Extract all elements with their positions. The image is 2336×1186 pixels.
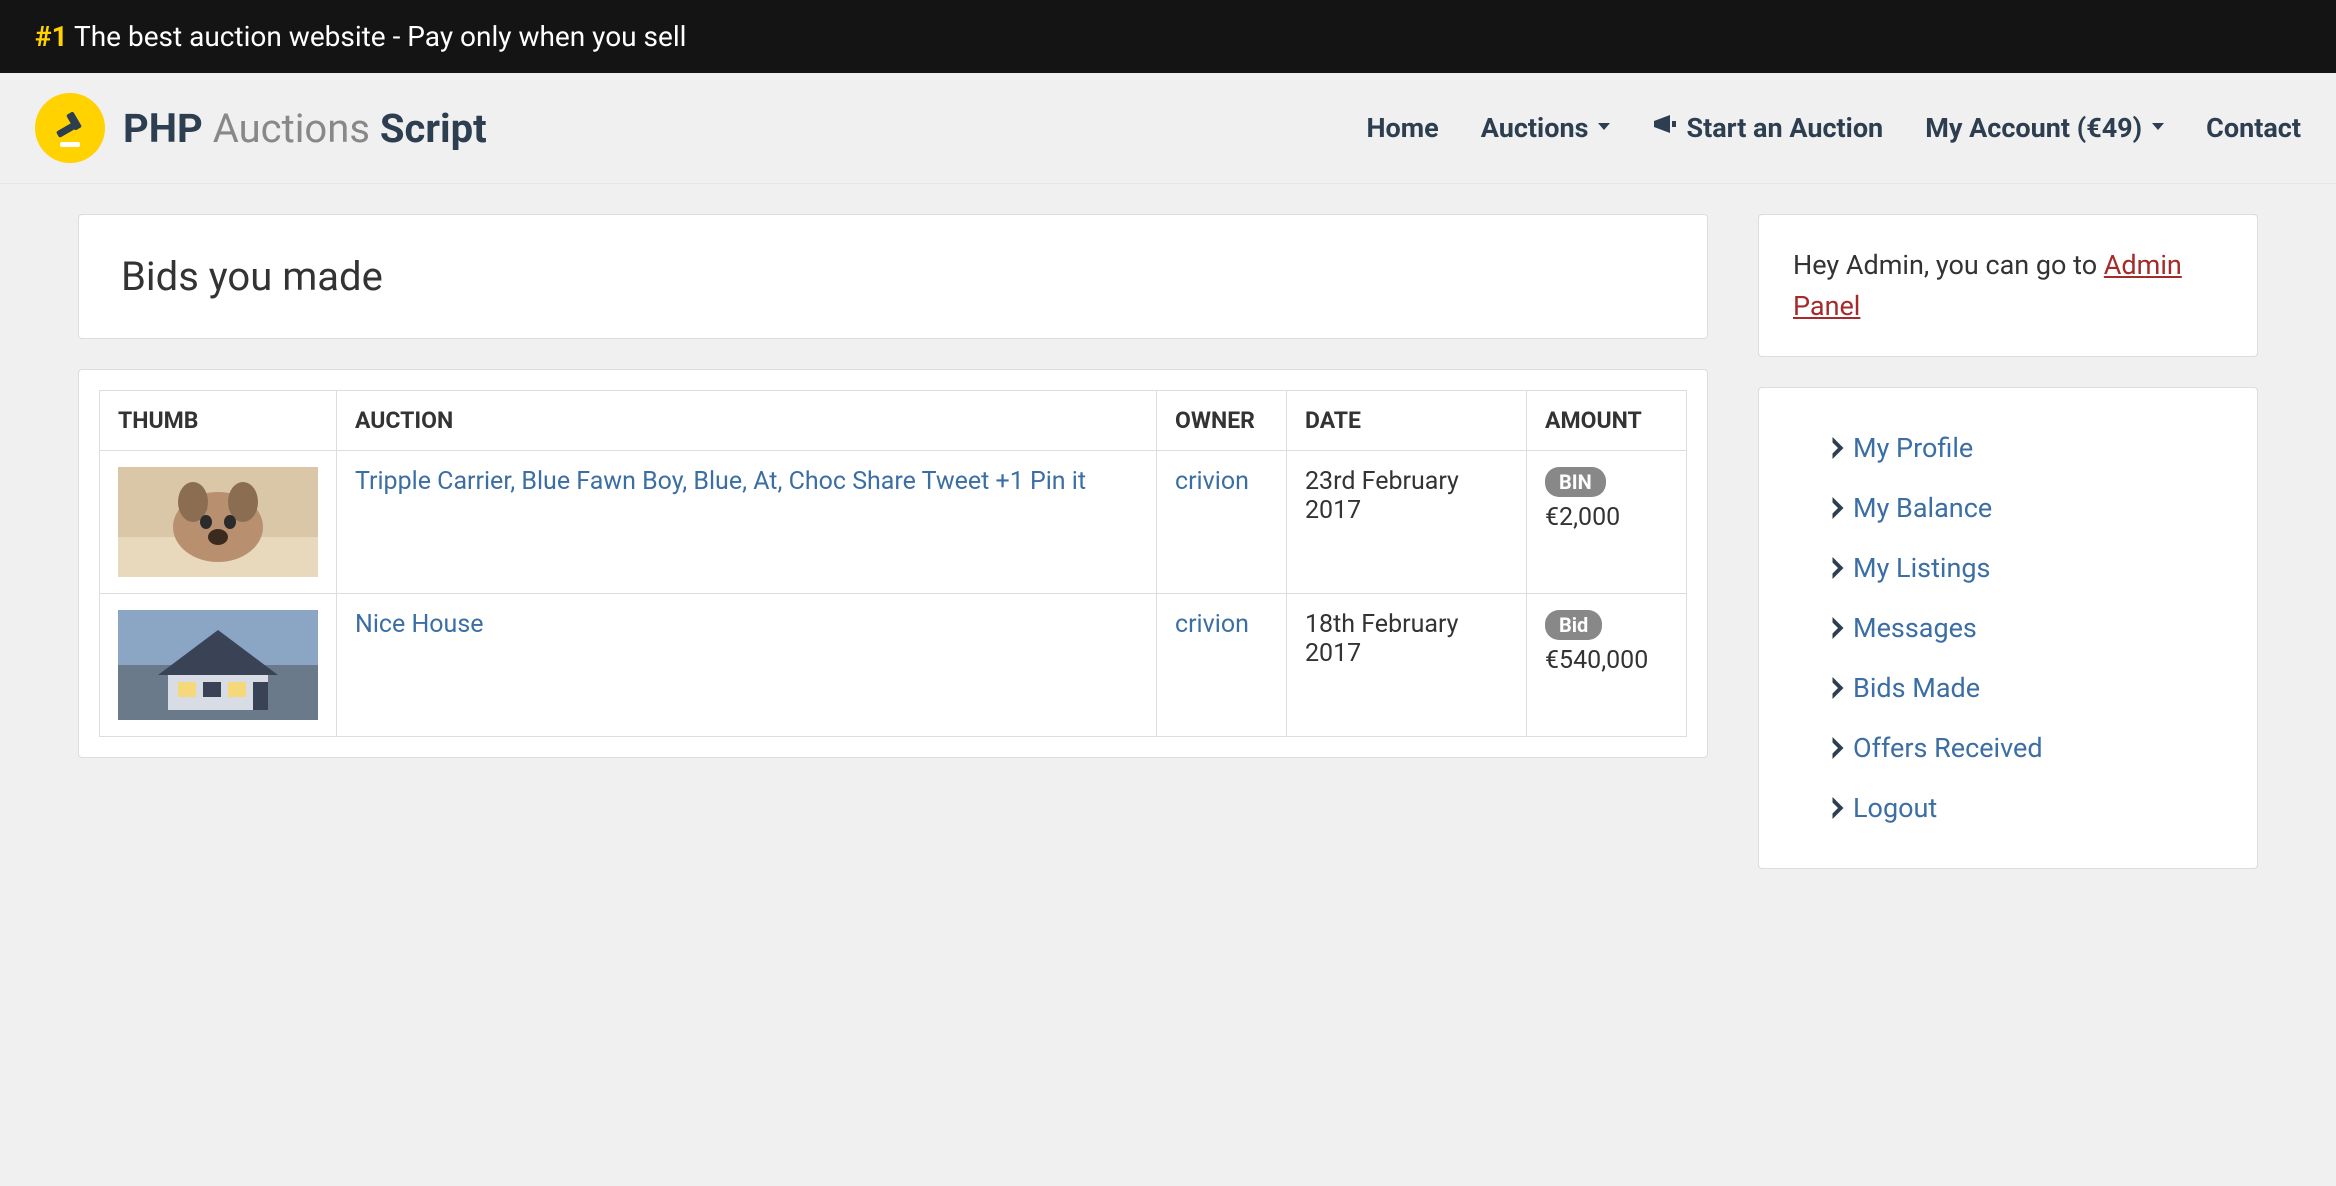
page-title-panel: Bids you made (78, 214, 1708, 339)
date-cell: 18th February 2017 (1287, 594, 1527, 737)
menu-item-listings: My Listings (1793, 538, 2223, 598)
admin-notice-panel: Hey Admin, you can go to Admin Panel (1758, 214, 2258, 357)
nav-contact[interactable]: Contact (2206, 112, 2301, 144)
chevron-right-icon (1831, 797, 1845, 819)
table-row: Tripple Carrier, Blue Fawn Boy, Blue, At… (100, 451, 1687, 594)
brand-text: PHP Auctions Script (123, 105, 487, 152)
chevron-right-icon (1831, 677, 1845, 699)
bid-type-badge: BIN (1545, 467, 1606, 497)
chevron-right-icon (1831, 737, 1845, 759)
th-auction: Auction (337, 391, 1157, 451)
amount-value: €2,000 (1545, 503, 1620, 532)
account-menu-panel: My Profile My Balance My Listings Messag… (1758, 387, 2258, 869)
auction-link[interactable]: Tripple Carrier, Blue Fawn Boy, Blue, At… (355, 467, 1086, 496)
menu-item-messages: Messages (1793, 598, 2223, 658)
th-owner: Owner (1157, 391, 1287, 451)
chevron-right-icon (1831, 557, 1845, 579)
thumb-image[interactable] (118, 467, 318, 577)
nav-start-auction[interactable]: Start an Auction (1652, 112, 1883, 144)
brand[interactable]: PHP Auctions Script (35, 93, 487, 163)
bid-type-badge: Bid (1545, 610, 1602, 640)
owner-link[interactable]: crivion (1175, 467, 1249, 496)
page-title: Bids you made (121, 253, 1665, 300)
table-row: Nice House crivion 18th February 2017 Bi… (100, 594, 1687, 737)
bids-table-panel: Thumb Auction Owner Date Amount Tripple … (78, 369, 1708, 758)
menu-item-balance: My Balance (1793, 478, 2223, 538)
amount-cell: BIN €2,000 (1527, 451, 1687, 594)
amount-cell: Bid €540,000 (1527, 594, 1687, 737)
chevron-right-icon (1831, 617, 1845, 639)
menu-item-logout: Logout (1793, 778, 2223, 838)
banner-text: The best auction website - Pay only when… (68, 20, 687, 53)
th-thumb: Thumb (100, 391, 337, 451)
nav-auctions[interactable]: Auctions (1481, 112, 1611, 144)
amount-value: €540,000 (1545, 646, 1648, 675)
auction-link[interactable]: Nice House (355, 610, 484, 639)
date-cell: 23rd February 2017 (1287, 451, 1527, 594)
menu-item-offers: Offers Received (1793, 718, 2223, 778)
bids-table: Thumb Auction Owner Date Amount Tripple … (99, 390, 1687, 737)
nav-home[interactable]: Home (1366, 112, 1438, 144)
th-date: Date (1287, 391, 1527, 451)
navbar: PHP Auctions Script Home Auctions Start … (0, 73, 2336, 184)
nav-links: Home Auctions Start an Auction My Accoun… (1366, 112, 2301, 144)
top-banner: #1 The best auction website - Pay only w… (0, 0, 2336, 73)
menu-item-profile: My Profile (1793, 418, 2223, 478)
caret-down-icon (2152, 123, 2164, 130)
logo-icon (35, 93, 105, 163)
caret-down-icon (1598, 123, 1610, 130)
th-amount: Amount (1527, 391, 1687, 451)
megaphone-icon (1652, 112, 1680, 144)
chevron-right-icon (1831, 437, 1845, 459)
menu-item-bids-made: Bids Made (1793, 658, 2223, 718)
account-menu: My Profile My Balance My Listings Messag… (1793, 418, 2223, 838)
admin-greeting: Hey Admin, you can go to (1793, 249, 2104, 281)
thumb-image[interactable] (118, 610, 318, 720)
owner-link[interactable]: crivion (1175, 610, 1249, 639)
banner-hash: #1 (35, 20, 68, 53)
nav-my-account[interactable]: My Account (€49) (1925, 112, 2164, 144)
chevron-right-icon (1831, 497, 1845, 519)
